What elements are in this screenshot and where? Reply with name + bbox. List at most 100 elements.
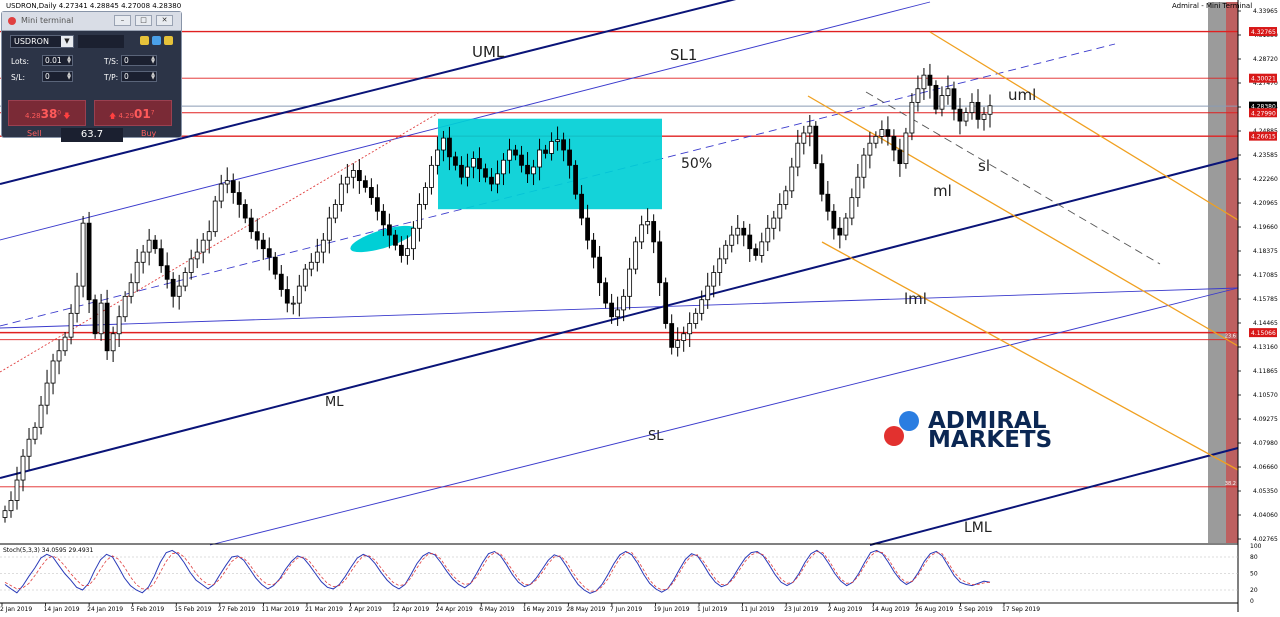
lots-stepper-icon[interactable]: ▲ ▼ xyxy=(67,56,71,65)
candle-body xyxy=(164,265,170,280)
candle-body xyxy=(356,170,362,182)
x-tick-label: 2 Aug 2019 xyxy=(828,606,863,613)
candle-body xyxy=(477,158,482,170)
candle-body xyxy=(441,137,446,151)
x-tick-label: 27 Feb 2019 xyxy=(218,606,256,613)
candle-body xyxy=(194,251,200,260)
lock-icon[interactable] xyxy=(140,36,149,45)
candle-body xyxy=(62,336,68,352)
candle-body xyxy=(44,382,50,406)
buy-price-big: 01 xyxy=(134,107,151,121)
candle-body xyxy=(50,360,56,384)
candle-body xyxy=(176,285,182,297)
candle-body xyxy=(32,426,38,440)
candle-body xyxy=(633,241,639,270)
sell-price-button[interactable]: 4.28380 🡇 xyxy=(8,100,86,126)
candle-body xyxy=(435,149,440,166)
price-marker-label: 4.26615 xyxy=(1251,134,1276,141)
lots-input[interactable]: 0.01 ▲ ▼ xyxy=(42,55,73,66)
symbol-select[interactable]: USDRON ▼ xyxy=(10,35,74,48)
candle-body xyxy=(98,302,104,335)
x-tick-label: 11 Jul 2019 xyxy=(741,606,775,613)
candle-body xyxy=(879,129,885,137)
y-tick-label: 4.18375 xyxy=(1253,248,1278,255)
symbol-select-value: USDRON xyxy=(14,37,49,46)
candle-body xyxy=(729,234,735,246)
candle-body xyxy=(152,239,158,250)
sl-input[interactable]: 0 ▲ ▼ xyxy=(42,71,73,82)
candle-body xyxy=(128,282,134,297)
annotation-lml: lml xyxy=(904,290,927,308)
candle-body xyxy=(248,217,254,233)
candle-body xyxy=(903,132,909,165)
candle-body xyxy=(489,176,494,185)
minimize-button[interactable]: – xyxy=(114,15,131,26)
buy-price-button[interactable]: 🡅 4.29017 xyxy=(94,100,172,126)
ts-label: T/S: xyxy=(104,57,119,66)
candle-body xyxy=(320,239,326,253)
tp-input[interactable]: 0 ▲ ▼ xyxy=(121,71,157,82)
tp-value: 0 xyxy=(124,72,129,81)
mini-terminal-titlebar[interactable]: Mini terminal – □ ✕ xyxy=(2,12,181,31)
candle-body xyxy=(332,204,338,219)
candle-body xyxy=(939,95,945,110)
restore-button[interactable]: □ xyxy=(135,15,152,26)
price-chart: UML SL1 ML SL LML uml ml lml sl 50% 23.6 38.2 4.339… xyxy=(0,0,1280,617)
ts-input[interactable]: 0 ▲ ▼ xyxy=(121,55,157,66)
candle-body xyxy=(188,258,194,273)
candle-body xyxy=(603,282,609,304)
candle-body xyxy=(573,164,578,195)
candle-body xyxy=(927,74,933,86)
x-tick-label: 21 Mar 2019 xyxy=(305,606,343,613)
candle-body xyxy=(549,141,554,154)
candle-body xyxy=(615,309,621,318)
candle-body xyxy=(747,234,753,250)
candle-body xyxy=(302,268,308,287)
candle-body xyxy=(861,154,867,178)
candle-body xyxy=(873,135,879,144)
candle-body xyxy=(230,180,236,193)
candle-body xyxy=(669,323,675,348)
candle-body xyxy=(951,88,957,110)
buy-button[interactable]: Buy xyxy=(141,129,156,138)
candle-body xyxy=(759,241,765,256)
tp-stepper-icon[interactable]: ▲ ▼ xyxy=(151,72,155,81)
settings-icon[interactable] xyxy=(152,36,161,45)
candle-body xyxy=(272,256,278,275)
candle-body xyxy=(495,173,500,185)
chevron-down-icon[interactable]: ▼ xyxy=(61,36,73,47)
candle-body xyxy=(909,101,915,134)
x-tick-label: 23 Jul 2019 xyxy=(784,606,818,613)
sell-button[interactable]: Sell xyxy=(27,129,41,138)
candle-body xyxy=(80,222,86,287)
candle-body xyxy=(933,84,939,110)
y-tick-label: 4.14465 xyxy=(1253,320,1278,327)
candle-body xyxy=(957,108,963,122)
annotation-uml: UML xyxy=(472,43,505,61)
annotation-sl: SL xyxy=(648,429,664,444)
x-tick-label: 16 May 2019 xyxy=(523,606,562,613)
candle-body xyxy=(158,248,164,267)
terminal-logo-icon xyxy=(8,17,16,25)
candle-body xyxy=(14,479,20,501)
ts-stepper-icon[interactable]: ▲ ▼ xyxy=(151,56,155,65)
buy-price-small: 4.29 xyxy=(118,112,135,120)
y-tick-label: 4.22260 xyxy=(1253,176,1278,183)
candle-body xyxy=(350,170,356,178)
symbol-info: USDRON,Daily 4.27341 4.28845 4.27008 4.2… xyxy=(6,2,181,10)
close-button[interactable]: ✕ xyxy=(156,15,173,26)
sl-stepper-icon[interactable]: ▲ ▼ xyxy=(67,72,71,81)
info-icon[interactable] xyxy=(164,36,173,45)
arrow-up-icon: 🡅 xyxy=(109,112,117,120)
candle-body xyxy=(218,183,224,202)
mini-terminal-panel[interactable]: Mini terminal – □ ✕ USDRON ▼ Lots: 0.01 ▲ ▼… xyxy=(1,11,182,142)
candle-body xyxy=(134,261,140,284)
annotation-lml: LML xyxy=(964,520,992,536)
candle-body xyxy=(981,113,987,120)
chart-right-info: Admiral - Mini Terminal xyxy=(1172,2,1252,10)
candle-body xyxy=(314,251,320,263)
stoch-tick-label: 80 xyxy=(1250,554,1258,561)
candle-body xyxy=(897,149,903,165)
candle-body xyxy=(411,227,416,250)
candle-body xyxy=(645,221,651,226)
